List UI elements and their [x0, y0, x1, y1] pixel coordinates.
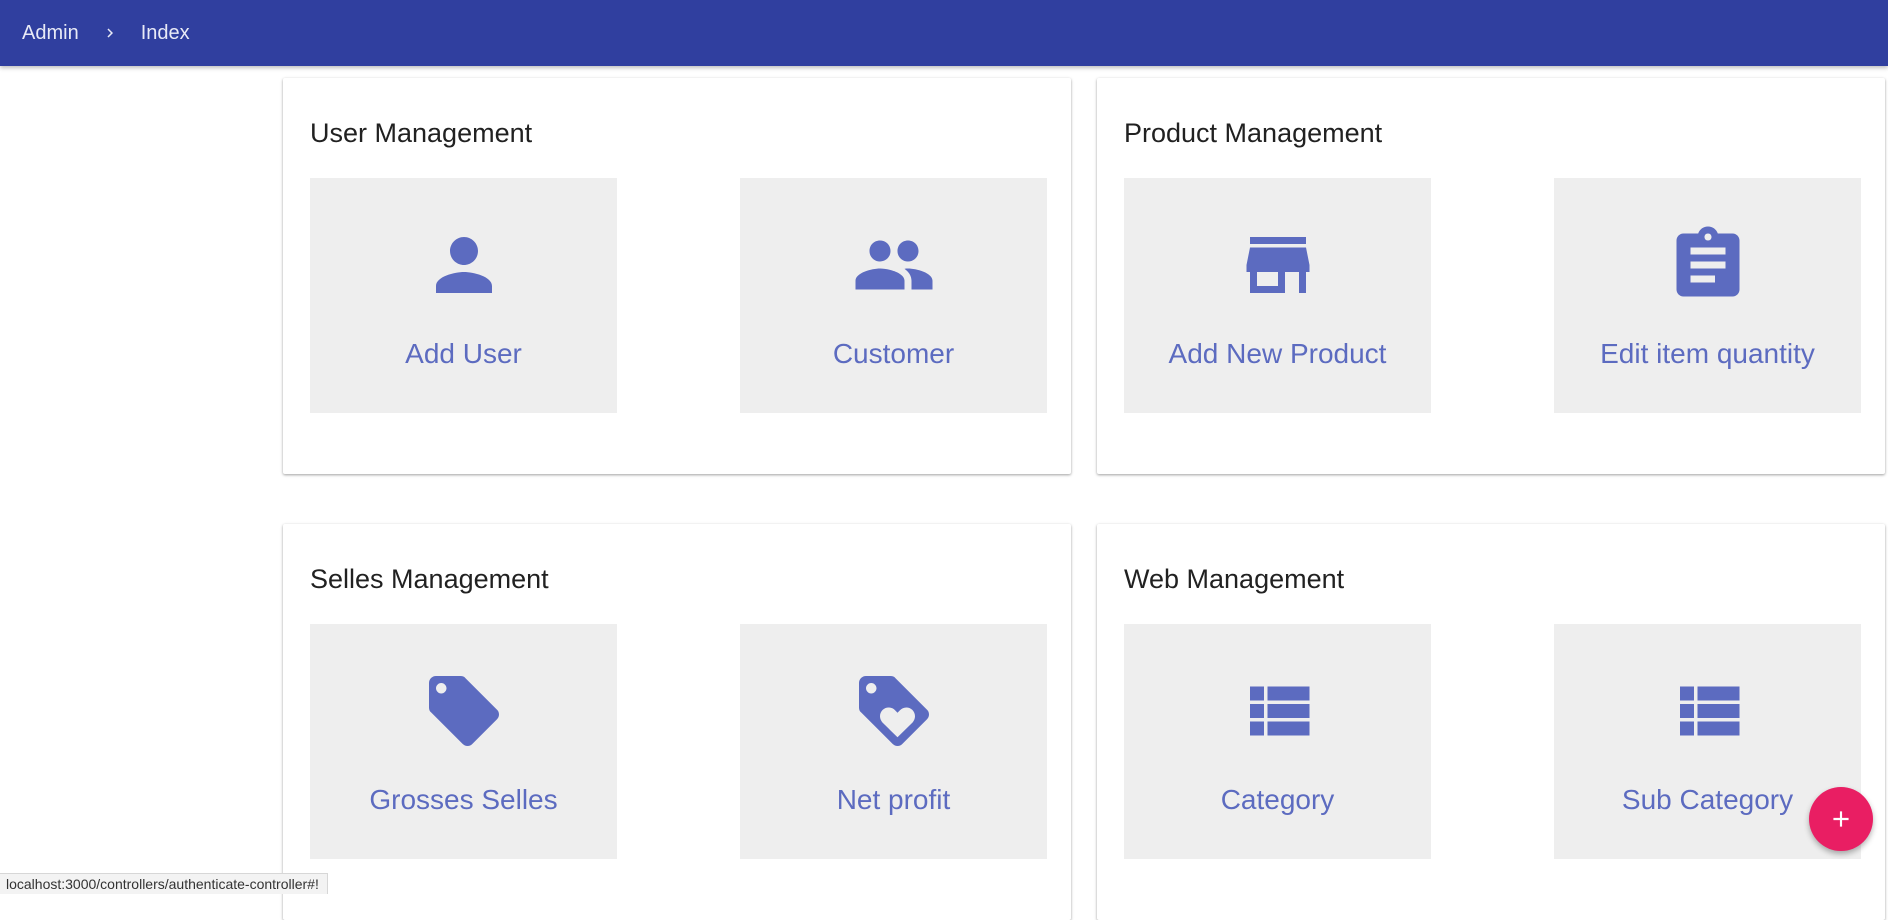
tile-label: Customer — [832, 338, 955, 369]
list-icon — [1666, 669, 1750, 753]
list-icon — [1236, 669, 1320, 753]
breadcrumb-admin[interactable]: Admin — [22, 22, 79, 45]
person-icon — [422, 223, 506, 307]
web-management-card: Web Management Category Sub Category — [1097, 524, 1885, 920]
tile-label: Add User — [405, 338, 522, 369]
card-title: Selles Management — [310, 564, 549, 594]
clipboard-icon — [1666, 223, 1750, 307]
add-user-tile[interactable]: Add User — [310, 178, 617, 413]
breadcrumb: Admin Index — [0, 22, 190, 45]
tile-label: Net profit — [836, 784, 951, 815]
selles-management-card: Selles Management Grosses Selles Net pro… — [283, 524, 1071, 920]
tag-heart-icon — [852, 669, 936, 753]
net-profit-tile[interactable]: Net profit — [740, 624, 1047, 859]
card-title: Product Management — [1124, 118, 1383, 148]
grosses-selles-tile[interactable]: Grosses Selles — [310, 624, 617, 859]
tile-label: Edit item quantity — [1600, 338, 1815, 369]
user-management-card: User Management Add User Customer — [283, 78, 1071, 474]
customer-tile[interactable]: Customer — [740, 178, 1047, 413]
product-management-card: Product Management Add New Product Edit … — [1097, 78, 1885, 474]
tile-label: Grosses Selles — [369, 784, 558, 815]
card-title: Web Management — [1124, 564, 1345, 594]
tile-label: Category — [1220, 784, 1335, 815]
category-tile[interactable]: Category — [1124, 624, 1431, 859]
plus-icon — [1828, 806, 1854, 832]
card-title: User Management — [310, 118, 533, 148]
edit-item-quantity-tile[interactable]: Edit item quantity — [1554, 178, 1861, 413]
chevron-right-icon — [101, 24, 119, 42]
add-fab-button[interactable] — [1809, 787, 1873, 851]
tag-icon — [422, 669, 506, 753]
status-url-bar: localhost:3000/controllers/authenticate-… — [0, 873, 328, 894]
tile-label: Add New Product — [1168, 338, 1387, 369]
add-new-product-tile[interactable]: Add New Product — [1124, 178, 1431, 413]
people-icon — [852, 223, 936, 307]
top-app-bar: Admin Index — [0, 0, 1888, 66]
store-icon — [1236, 223, 1320, 307]
breadcrumb-index[interactable]: Index — [141, 22, 190, 45]
